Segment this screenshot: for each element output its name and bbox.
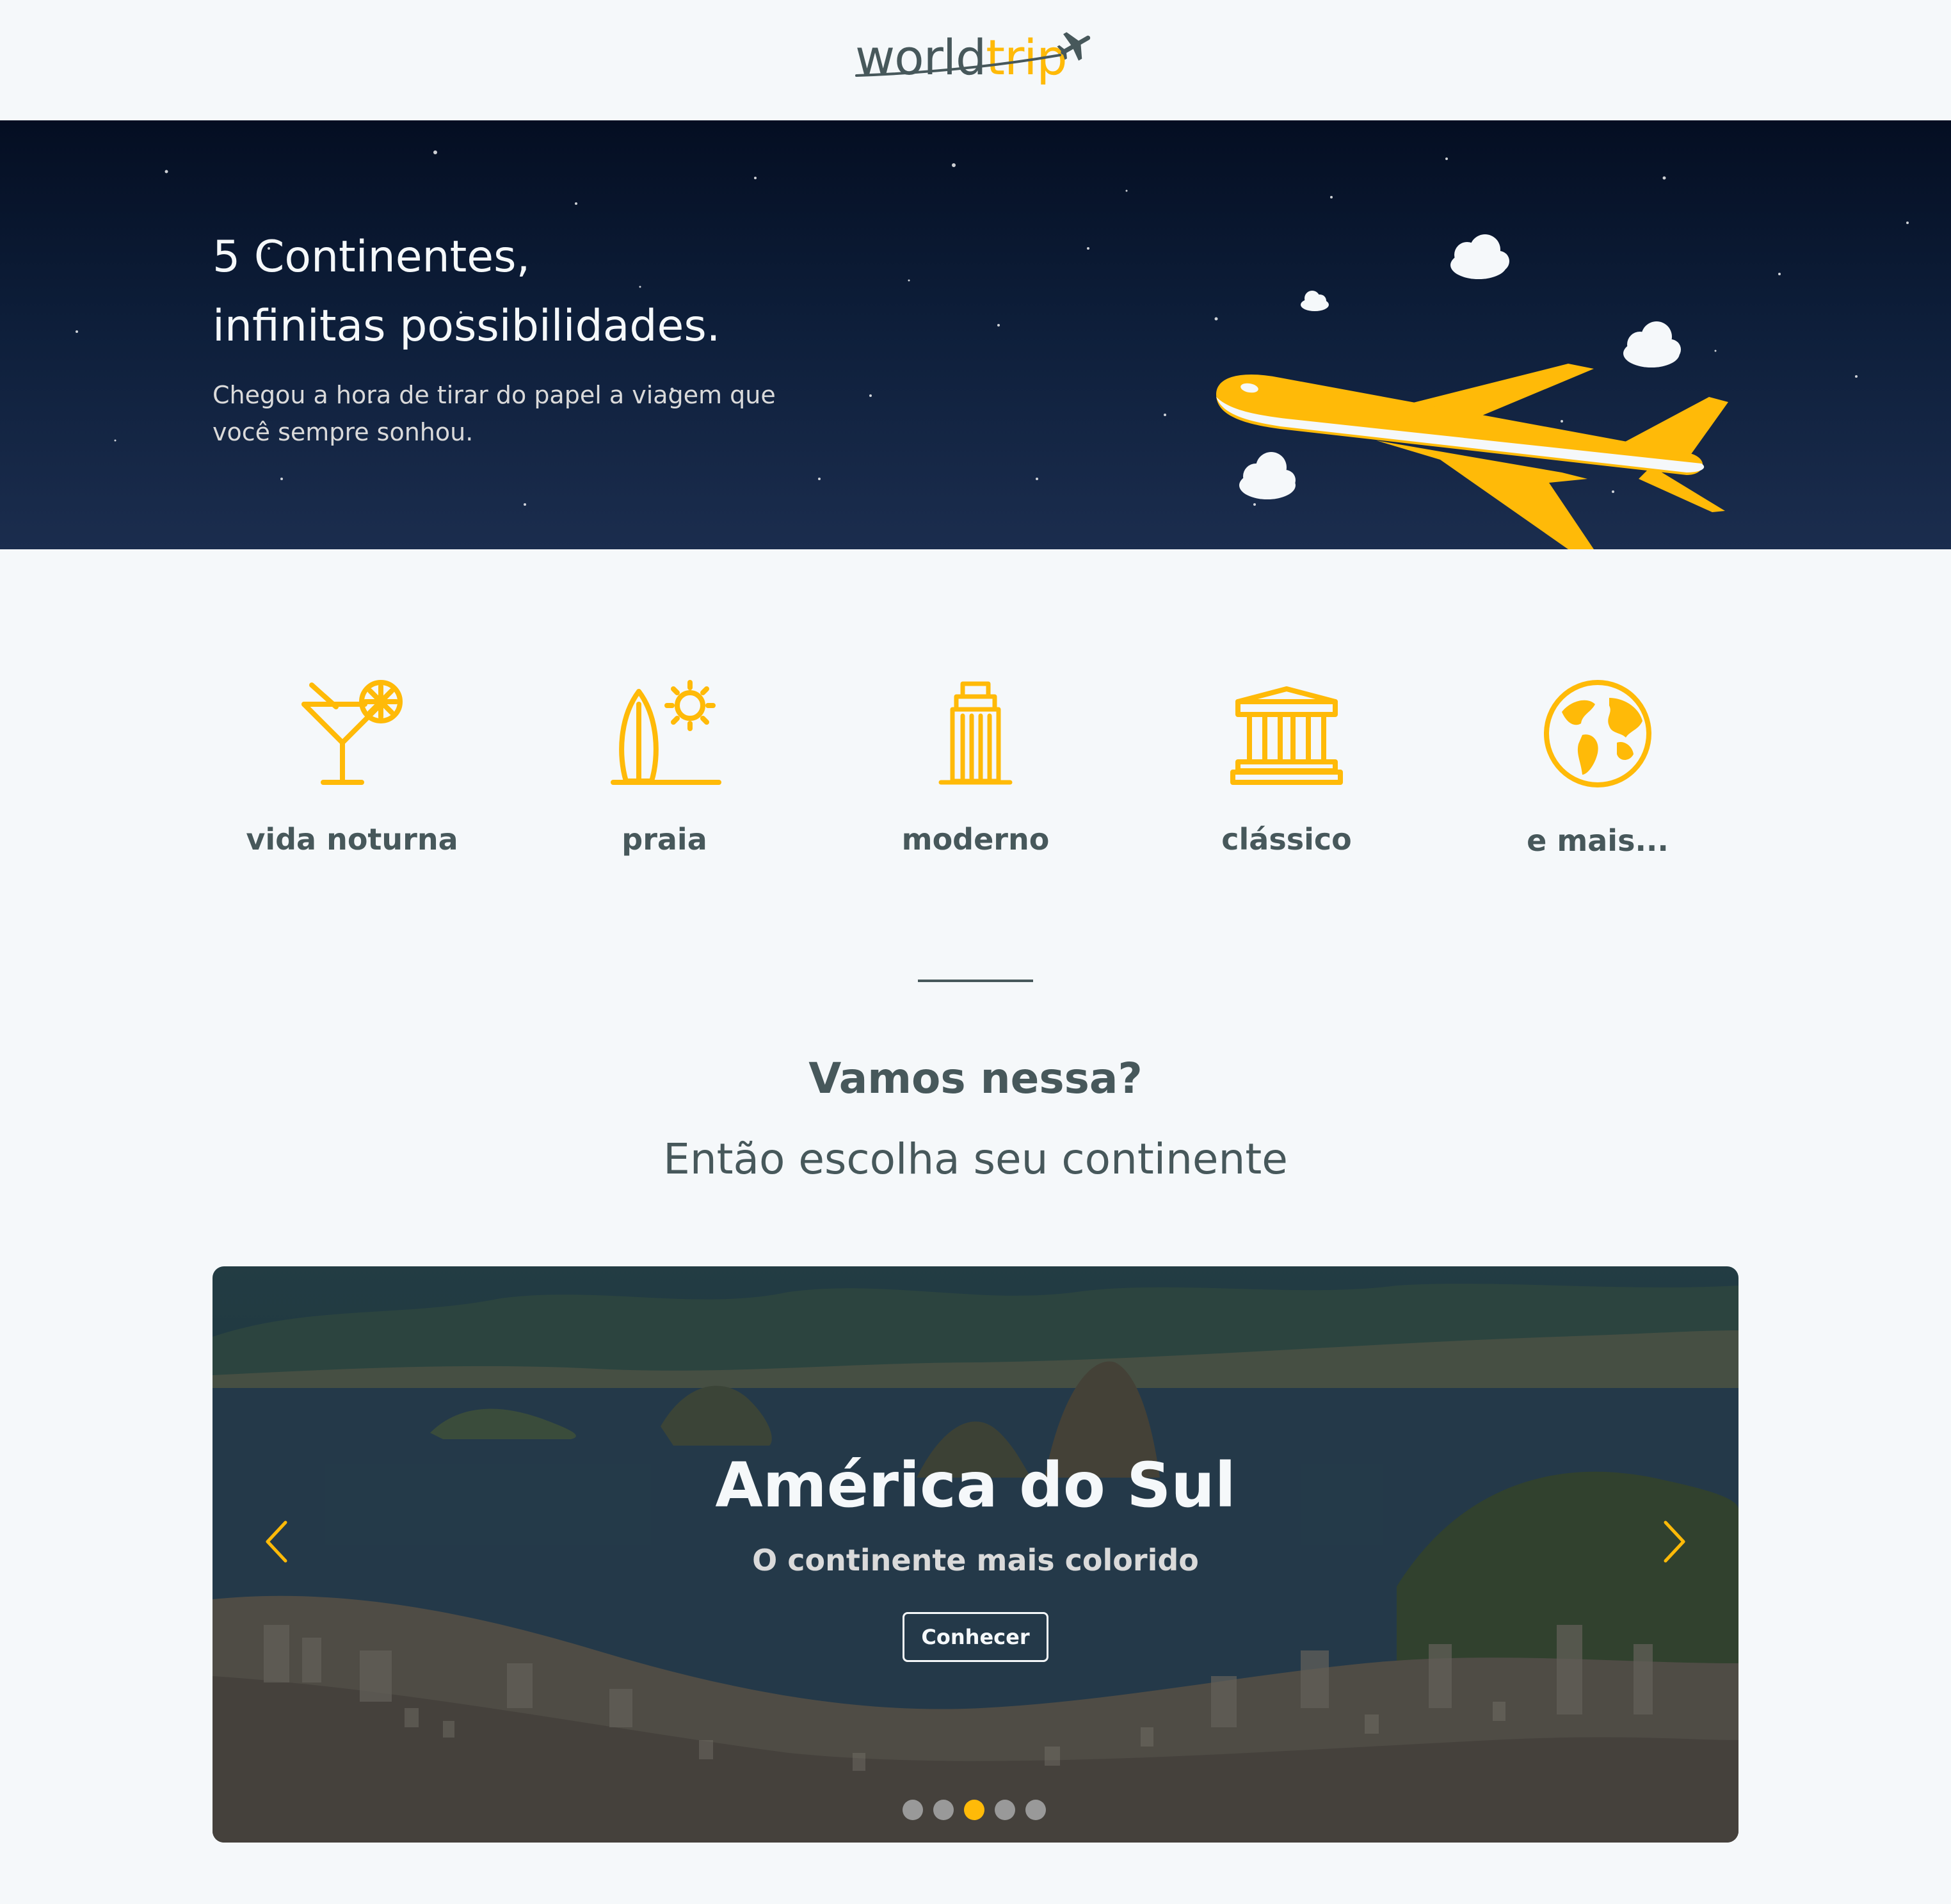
travel-types: vida noturna praia moderno clássico e ma… — [0, 679, 1951, 883]
plane-icon — [1057, 32, 1091, 61]
header: worldtrip — [0, 0, 1951, 120]
section-divider — [918, 980, 1033, 982]
slide-subtitle: O continente mais colorido — [752, 1543, 1199, 1577]
conhecer-button[interactable]: Conhecer — [903, 1612, 1048, 1662]
travel-type-label: praia — [622, 822, 707, 857]
hero-title-line-2: infinitas possibilidades. — [213, 301, 721, 351]
hero-subtitle-line-1: Chegou a hora de tirar do papel a viagem… — [213, 381, 776, 409]
travel-type-modern: moderno — [841, 679, 1110, 857]
worldtrip-logo[interactable]: worldtrip — [855, 24, 1098, 93]
travel-type-label: e mais... — [1527, 823, 1669, 858]
chevron-left-icon[interactable] — [257, 1516, 296, 1567]
cta-subtitle: Então escolha seu continente — [663, 1134, 1288, 1184]
pagination-dot-1[interactable] — [903, 1800, 923, 1820]
continent-cta: Vamos nessa? Então escolha seu continent… — [0, 1044, 1951, 1195]
airplane-illustration — [1216, 234, 1728, 549]
hero-title: 5 Continentes, infinitas possibilidades. — [213, 223, 720, 361]
hero-banner: 5 Continentes, infinitas possibilidades.… — [0, 120, 1951, 549]
hero-title-line-1: 5 Continentes, — [213, 232, 531, 282]
pagination-dot-2[interactable] — [933, 1800, 954, 1820]
earth-icon — [1544, 680, 1651, 787]
travel-type-label: clássico — [1221, 822, 1352, 857]
museum-icon — [1230, 686, 1343, 785]
travel-type-classic: clássico — [1152, 679, 1421, 857]
travel-type-nightlife: vida noturna — [218, 679, 486, 857]
travel-type-label: vida noturna — [246, 822, 458, 857]
surf-sun-icon — [611, 680, 721, 785]
pagination-dot-3[interactable] — [964, 1800, 984, 1820]
hero-subtitle-line-2: você sempre sonhou. — [213, 418, 474, 446]
travel-type-more: e mais... — [1463, 679, 1732, 858]
page: worldtrip 5 Continentes, infinitas possi… — [0, 0, 1951, 1904]
travel-type-label: moderno — [901, 822, 1050, 857]
continent-carousel[interactable]: América do Sul O continente mais colorid… — [213, 1266, 1738, 1843]
chevron-right-icon[interactable] — [1655, 1516, 1694, 1567]
carousel-pagination — [903, 1800, 1048, 1821]
hero-subtitle: Chegou a hora de tirar do papel a viagem… — [213, 376, 827, 451]
building-icon — [938, 681, 1013, 785]
logo-swoosh — [855, 54, 1061, 77]
slide-title: América do Sul — [715, 1449, 1236, 1521]
cocktail-icon — [301, 680, 403, 785]
cta-question: Vamos nessa? — [808, 1054, 1143, 1103]
travel-type-beach: praia — [530, 679, 799, 857]
pagination-dot-4[interactable] — [995, 1800, 1015, 1820]
pagination-dot-5[interactable] — [1025, 1800, 1046, 1820]
